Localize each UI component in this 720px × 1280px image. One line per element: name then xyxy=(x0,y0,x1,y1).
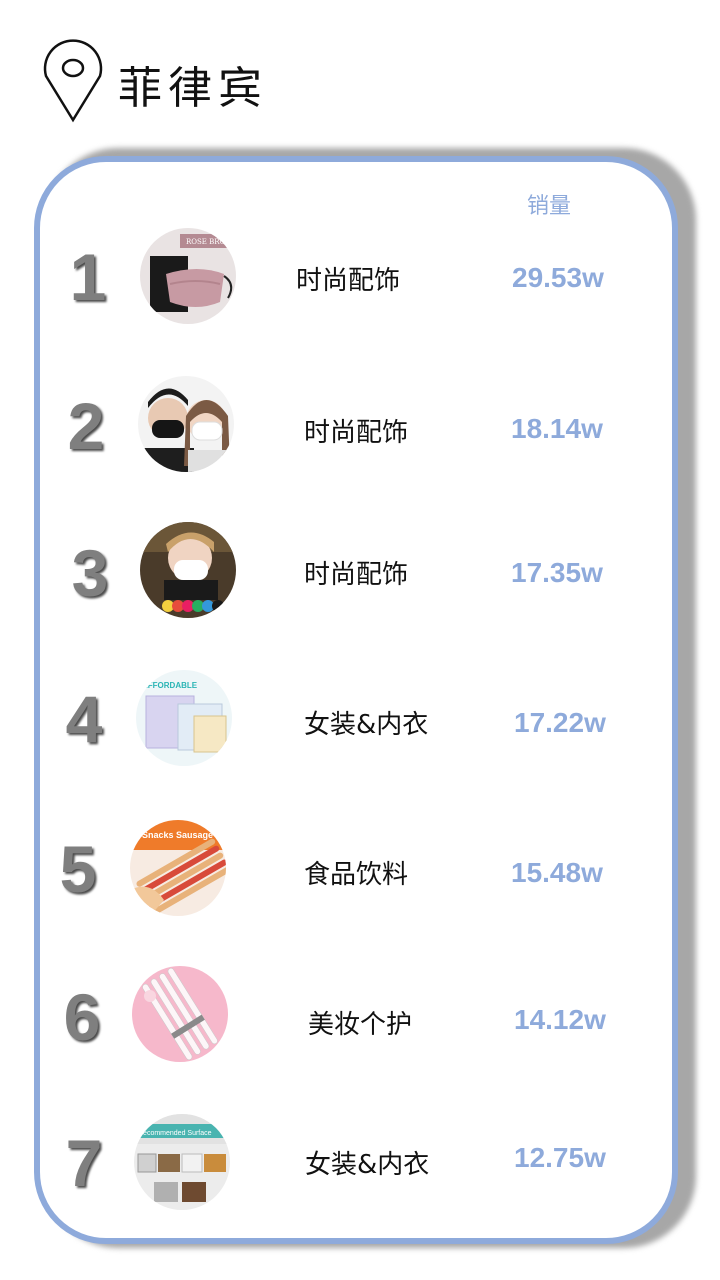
sales-value: 14.12w xyxy=(514,1004,606,1035)
rank-number: 2 xyxy=(67,389,105,463)
product-thumbnail[interactable] xyxy=(140,522,236,618)
category-label: 女装&内衣 xyxy=(304,710,429,740)
thumb-brand-text: Snacks Sausage xyxy=(142,830,213,840)
product-thumbnail[interactable]: Recommended Surface xyxy=(134,1114,230,1210)
sales-column-header: 销量 xyxy=(527,194,572,219)
rank-number: 1 xyxy=(69,240,107,314)
rank-number: 6 xyxy=(63,980,101,1054)
page-header: 菲律宾 xyxy=(40,38,440,128)
category-label: 美妆个护 xyxy=(308,1010,413,1040)
category-label: 食品饮料 xyxy=(304,860,409,890)
sales-value: 17.22w xyxy=(514,707,606,738)
sales-value: 12.75w xyxy=(514,1142,606,1173)
product-thumbnail[interactable] xyxy=(132,966,228,1062)
location-pin-icon xyxy=(43,39,103,123)
rank-number: 5 xyxy=(59,832,97,906)
page-title: 菲律宾 xyxy=(118,63,268,114)
category-label: 时尚配饰 xyxy=(304,560,409,590)
thumb-brand-text: Recommended Surface xyxy=(138,1130,212,1137)
product-thumbnail[interactable]: Snacks Sausage xyxy=(130,820,226,916)
product-thumbnail[interactable] xyxy=(138,376,234,472)
sales-value: 18.14w xyxy=(511,413,603,444)
category-label: 时尚配饰 xyxy=(296,266,401,296)
category-label: 女装&内衣 xyxy=(305,1150,430,1180)
category-label: 时尚配饰 xyxy=(304,418,409,448)
product-thumbnail[interactable]: AFFORDABLE xyxy=(136,670,232,766)
rank-number: 3 xyxy=(71,536,109,610)
product-thumbnail[interactable]: ROSE BROWN xyxy=(140,228,236,324)
ranking-card xyxy=(34,156,678,1244)
rank-number: 7 xyxy=(65,1126,103,1200)
thumb-brand-text: AFFORDABLE xyxy=(142,681,198,690)
sales-value: 29.53w xyxy=(512,262,604,293)
sales-value: 15.48w xyxy=(511,857,603,888)
rank-number: 4 xyxy=(65,682,103,756)
sales-value: 17.35w xyxy=(511,557,603,588)
